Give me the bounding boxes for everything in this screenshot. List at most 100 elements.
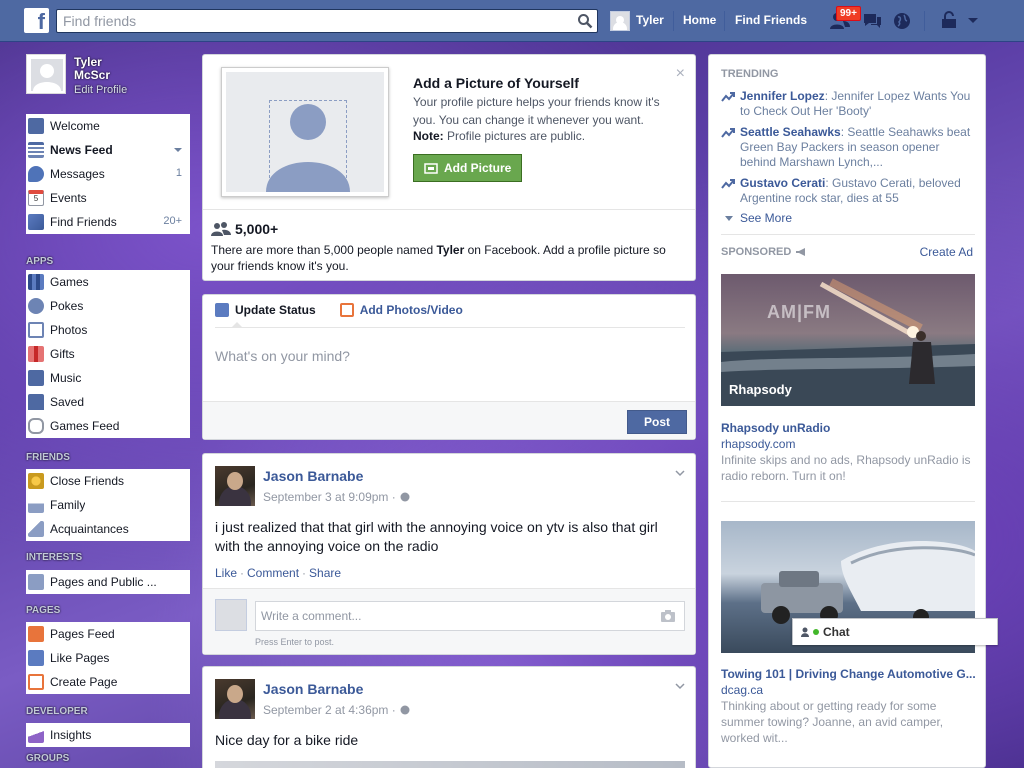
section-heading-groups[interactable]: GROUPS (26, 747, 190, 768)
trending-item[interactable]: Seattle Seahawks: Seattle Seahawks beat … (721, 125, 977, 170)
home-link[interactable]: Home (683, 13, 716, 27)
section-heading-developer[interactable]: DEVELOPER (26, 700, 190, 723)
story-photo[interactable] (215, 761, 685, 768)
profile-name[interactable]: Tyler McScr (74, 56, 110, 82)
sidebar-item-label: Pages Feed (50, 627, 115, 641)
friend-requests-badge: 99+ (836, 6, 861, 21)
section-heading-apps[interactable]: APPS (26, 248, 190, 270)
sidebar-item-like-pages[interactable]: Like Pages (26, 646, 190, 670)
sidebar-item-messages[interactable]: Messages 1 (26, 162, 190, 186)
profile-picture[interactable] (26, 54, 66, 94)
press-enter-hint: Press Enter to post. (255, 637, 335, 647)
trending-topic[interactable]: Gustavo Cerati (740, 176, 825, 190)
facebook-logo-icon[interactable]: f (24, 8, 49, 33)
sidebar-item-games[interactable]: Games (26, 270, 190, 294)
share-link[interactable]: Share (309, 566, 341, 580)
post-button[interactable]: Post (627, 410, 687, 434)
sidebar-item-events[interactable]: 5 Events (26, 186, 190, 210)
sidebar-item-acquaintances[interactable]: Acquaintances (26, 517, 190, 541)
chevron-down-icon[interactable] (675, 468, 685, 478)
sidebar-item-pages-public[interactable]: Pages and Public ... (26, 570, 190, 594)
ad-title[interactable]: Rhapsody unRadio (721, 421, 830, 435)
sidebar-item-news-feed[interactable]: News Feed (26, 138, 190, 162)
story-author[interactable]: Jason Barnabe (263, 681, 363, 697)
sidebar-item-games-feed[interactable]: Games Feed (26, 414, 190, 438)
like-link[interactable]: Like (215, 566, 237, 580)
avatar[interactable] (215, 466, 255, 506)
camera-icon[interactable] (660, 609, 676, 623)
prompt-note: Note: Profile pictures are public. (413, 129, 585, 143)
section-heading-pages[interactable]: PAGES (26, 599, 190, 622)
separator-dot: · (240, 566, 245, 580)
sidebar-item-family[interactable]: Family (26, 493, 190, 517)
profile-picture-placeholder[interactable] (221, 67, 389, 197)
close-icon[interactable]: × (676, 65, 685, 83)
sidebar-item-pages-feed[interactable]: Pages Feed (26, 622, 190, 646)
privacy-shortcuts-icon[interactable] (939, 11, 959, 31)
desc-name: Tyler (436, 243, 465, 257)
left-profile[interactable]: Tyler McScr Edit Profile (26, 54, 190, 98)
chat-tab[interactable]: Chat (792, 618, 998, 645)
sidebar-item-label: Messages (50, 167, 105, 181)
section-heading-interests[interactable]: INTERESTS (26, 547, 190, 570)
sidebar-item-photos[interactable]: Photos (26, 318, 190, 342)
sidebar-item-label: Acquaintances (50, 522, 129, 536)
section-heading-friends[interactable]: FRIENDS (26, 446, 190, 469)
trending-item[interactable]: Jennifer Lopez: Jennifer Lopez Wants You… (721, 89, 977, 119)
trending-topic[interactable]: Jennifer Lopez (740, 89, 825, 103)
house-icon (28, 497, 44, 513)
create-ad-link[interactable]: Create Ad (920, 245, 973, 259)
top-bar: f Tyler Home Find Friends 99+ (0, 0, 1024, 42)
prompt-title: Add a Picture of Yourself (413, 75, 579, 91)
sidebar-item-saved[interactable]: Saved (26, 390, 190, 414)
sidebar-item-label: Saved (50, 395, 85, 409)
tab-label: Update Status (235, 303, 316, 317)
ad-image-rhapsody[interactable]: AM|FM Rhapsody (721, 274, 975, 406)
account-menu-caret-icon[interactable] (967, 17, 987, 37)
desc-text: There are more than 5,000 people named (211, 243, 437, 257)
ad-title[interactable]: Towing 101 | Driving Change Automotive G… (721, 667, 976, 681)
timestamp-text[interactable]: September 2 at 4:36pm · (263, 703, 396, 717)
find-friends-link[interactable]: Find Friends (735, 13, 807, 27)
sidebar-item-pokes[interactable]: Pokes (26, 294, 190, 318)
comment-input[interactable] (256, 602, 656, 630)
sidebar-item-close-friends[interactable]: Close Friends (26, 469, 190, 493)
sidebar-item-music[interactable]: Music (26, 366, 190, 390)
trending-arrow-icon (721, 179, 735, 189)
see-more-link[interactable]: See More (725, 211, 792, 225)
ad-description[interactable]: Thinking about or getting ready for some… (721, 698, 971, 746)
sidebar-item-create-page[interactable]: Create Page (26, 670, 190, 694)
user-name-link[interactable]: Tyler (636, 13, 664, 27)
trending-item[interactable]: Gustavo Cerati: Gustavo Cerati, beloved … (721, 176, 977, 206)
search-input[interactable] (57, 10, 567, 32)
sidebar-item-label: Events (50, 191, 87, 205)
sidebar-item-insights[interactable]: Insights (26, 723, 190, 747)
tab-update-status[interactable]: Update Status (215, 303, 316, 317)
trending-text: Gustavo Cerati: Gustavo Cerati, beloved … (740, 176, 977, 206)
trending-topic[interactable]: Seattle Seahawks (740, 125, 841, 139)
globe-icon[interactable] (400, 705, 410, 715)
edit-profile-link[interactable]: Edit Profile (74, 84, 127, 96)
comment-link[interactable]: Comment (247, 566, 299, 580)
story-author[interactable]: Jason Barnabe (263, 468, 363, 484)
chevron-down-icon[interactable] (174, 148, 182, 152)
chevron-down-icon[interactable] (675, 681, 685, 691)
timestamp-text[interactable]: September 3 at 9:09pm · (263, 490, 396, 504)
ad-domain[interactable]: rhapsody.com (721, 437, 795, 451)
tab-add-photos-video[interactable]: Add Photos/Video (339, 303, 463, 317)
search-icon[interactable] (577, 13, 593, 29)
add-picture-button[interactable]: Add Picture (413, 154, 522, 182)
sidebar-item-label: Photos (50, 323, 88, 337)
status-input[interactable] (215, 341, 685, 371)
rss-feed-icon (28, 574, 44, 590)
profile-link[interactable] (610, 11, 630, 31)
sidebar-item-find-friends[interactable]: Find Friends 20+ (26, 210, 190, 234)
messages-icon[interactable] (862, 11, 882, 31)
sidebar-item-welcome[interactable]: Welcome (26, 114, 190, 138)
globe-icon[interactable] (400, 492, 410, 502)
sidebar-item-gifts[interactable]: Gifts (26, 342, 190, 366)
ad-description[interactable]: Infinite skips and no ads, Rhapsody unRa… (721, 452, 971, 484)
ad-domain[interactable]: dcag.ca (721, 683, 763, 697)
avatar[interactable] (215, 679, 255, 719)
notifications-globe-icon[interactable] (892, 11, 912, 31)
